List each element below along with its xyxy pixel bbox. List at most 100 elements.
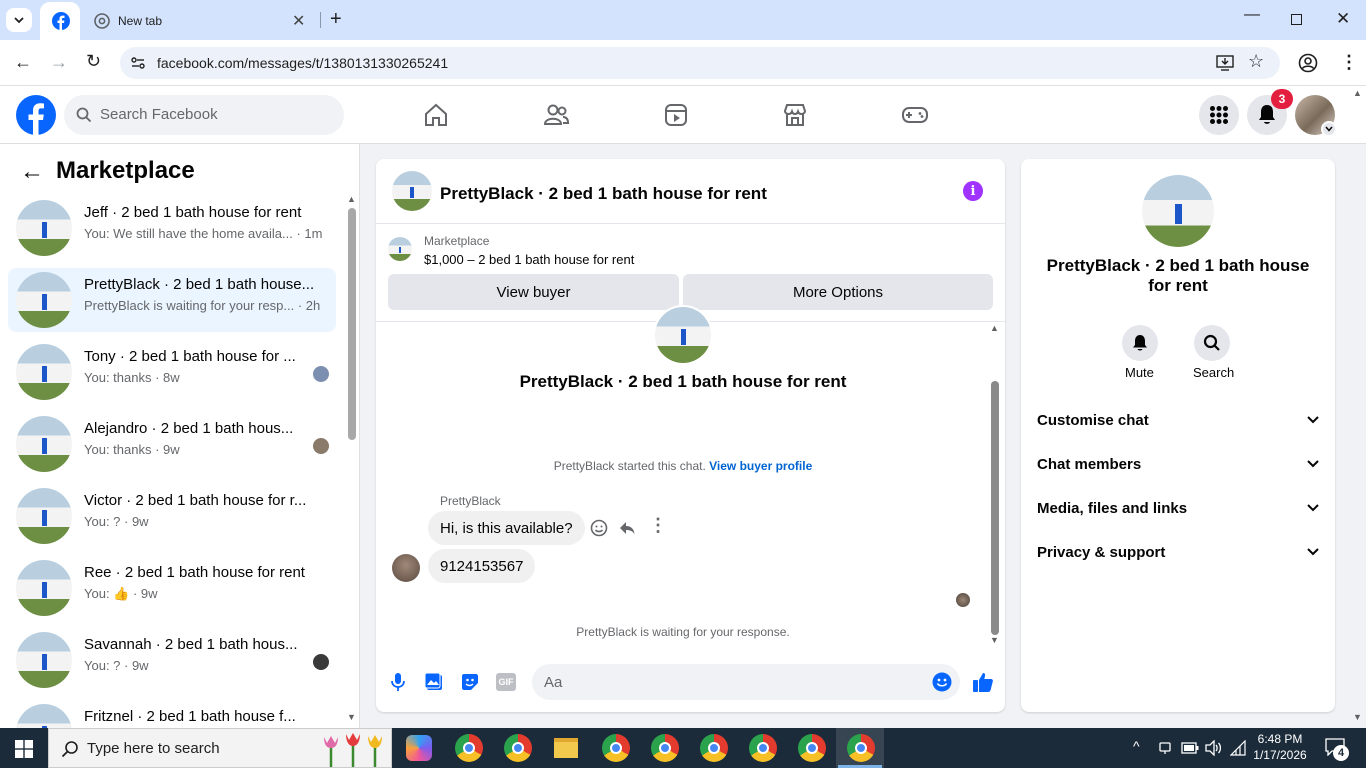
chrome-profile-taskbar-icon[interactable] [798, 734, 826, 762]
microphone-icon[interactable] [390, 672, 406, 692]
scroll-up-icon[interactable]: ▲ [990, 323, 999, 333]
message-input[interactable]: Aa [532, 664, 960, 700]
nav-home[interactable] [420, 100, 452, 130]
more-options-button[interactable]: More Options [683, 274, 993, 310]
sticker-icon[interactable] [460, 672, 480, 692]
meet-now-icon[interactable] [1157, 740, 1173, 756]
wifi-icon[interactable] [1230, 740, 1246, 756]
chat-panel: PrettyBlack · 2 bed 1 bath house for ren… [376, 159, 1005, 712]
volume-icon[interactable] [1205, 740, 1223, 756]
install-app-icon[interactable] [1216, 55, 1234, 71]
back-arrow-icon[interactable]: ← [20, 158, 44, 186]
tab-new-tab[interactable]: New tab ✕ [84, 6, 320, 36]
marketplace-icon [783, 104, 807, 126]
nav-marketplace[interactable] [779, 100, 811, 130]
nav-gaming[interactable] [899, 100, 931, 130]
mute-button[interactable] [1122, 325, 1158, 361]
emoji-icon[interactable] [932, 672, 952, 692]
search-in-chat-button[interactable] [1194, 325, 1230, 361]
conversation-item[interactable]: Victor · 2 bed 1 bath house for r... You… [8, 484, 336, 548]
bookmark-star-icon[interactable]: ☆ [1248, 51, 1264, 72]
battery-icon[interactable] [1181, 742, 1199, 754]
view-buyer-button[interactable]: View buyer [388, 274, 679, 310]
chrome-profile-taskbar-icon[interactable] [651, 734, 679, 762]
photo-icon[interactable] [424, 672, 444, 692]
profile-icon[interactable] [1298, 53, 1318, 73]
clock[interactable]: 6:48 PM 1/17/2026 [1250, 731, 1310, 763]
react-emoji-icon[interactable] [590, 519, 608, 537]
reload-icon[interactable]: ↻ [86, 51, 101, 72]
facebook-search-input[interactable]: Search Facebook [64, 95, 344, 135]
reply-icon[interactable] [618, 519, 636, 537]
close-window-icon[interactable]: ✕ [1336, 9, 1350, 29]
chrome-profile-taskbar-icon[interactable] [602, 734, 630, 762]
conversation-title: Alejandro · 2 bed 1 bath hous... [84, 420, 294, 437]
minimize-icon[interactable]: — [1244, 6, 1260, 24]
copilot-icon[interactable] [406, 735, 432, 761]
listing-thumbnail [16, 632, 72, 688]
back-icon[interactable]: ← [14, 52, 32, 73]
privacy-support-row[interactable]: Privacy & support [1037, 530, 1319, 574]
gif-icon[interactable]: GIF [496, 673, 516, 691]
message-bubble[interactable]: 9124153567 [428, 549, 536, 583]
scroll-down-icon[interactable]: ▼ [990, 635, 999, 645]
page-scroll-up-icon[interactable]: ▲ [1353, 88, 1362, 98]
customise-chat-row[interactable]: Customise chat [1037, 398, 1319, 442]
listing-price[interactable]: $1,000 – 2 bed 1 bath house for rent [424, 252, 634, 267]
media-files-links-row[interactable]: Media, files and links [1037, 486, 1319, 530]
listing-thumbnail [16, 488, 72, 544]
chat-list-scrollbar[interactable] [348, 208, 356, 440]
facebook-logo-icon[interactable] [16, 95, 56, 135]
more-actions-icon[interactable]: ⋮ [649, 515, 667, 536]
address-bar[interactable]: facebook.com/messages/t/1380131330265241… [120, 47, 1280, 79]
conversation-item[interactable]: Fritznel · 2 bed 1 bath house f... [8, 700, 336, 728]
sender-avatar[interactable] [392, 554, 420, 582]
show-hidden-icons-icon[interactable]: ^ [1133, 738, 1140, 754]
tab-search-button[interactable] [6, 8, 32, 32]
search-icon [61, 741, 78, 758]
scroll-up-icon[interactable]: ▲ [347, 194, 356, 204]
chevron-down-icon [1307, 548, 1319, 556]
conversation-item[interactable]: Ree · 2 bed 1 bath house for rent You: 👍… [8, 556, 336, 620]
conversation-item[interactable]: Savannah · 2 bed 1 bath hous... You: ? ·… [8, 628, 336, 692]
file-explorer-icon[interactable] [554, 738, 578, 758]
site-info-icon[interactable] [130, 55, 146, 71]
menu-button[interactable] [1199, 95, 1239, 135]
conversation-title: Savannah · 2 bed 1 bath hous... [84, 636, 298, 653]
chrome-taskbar-icon[interactable] [455, 734, 483, 762]
restore-icon[interactable] [1291, 14, 1302, 25]
chat-members-row[interactable]: Chat members [1037, 442, 1319, 486]
conversation-title: Victor · 2 bed 1 bath house for r... [84, 492, 307, 509]
info-icon[interactable]: i [963, 181, 983, 201]
listing-thumbnail [16, 704, 72, 728]
message-bubble[interactable]: Hi, is this available? [428, 511, 585, 545]
conversation-preview: PrettyBlack is waiting for your resp... … [84, 298, 321, 313]
notification-count-badge: 4 [1333, 745, 1349, 761]
tab-facebook[interactable] [40, 2, 80, 40]
chrome-profile-taskbar-icon[interactable] [700, 734, 728, 762]
messages-scrollbar[interactable] [991, 381, 999, 635]
chrome-profile-taskbar-icon[interactable] [749, 734, 777, 762]
nav-video[interactable] [660, 100, 692, 130]
taskbar-search-box[interactable]: Type here to search [48, 728, 392, 768]
conversation-item[interactable]: Tony · 2 bed 1 bath house for ... You: t… [8, 340, 336, 404]
forward-icon[interactable]: → [50, 52, 68, 73]
conversation-item-selected[interactable]: PrettyBlack · 2 bed 1 bath house... Pret… [8, 268, 336, 332]
new-tab-plus-icon[interactable]: + [330, 8, 342, 31]
conversation-item[interactable]: Alejandro · 2 bed 1 bath hous... You: th… [8, 412, 336, 476]
nav-friends[interactable] [540, 100, 572, 130]
page-scroll-down-icon[interactable]: ▼ [1353, 712, 1362, 722]
windows-start-icon[interactable] [15, 740, 33, 758]
chat-header-title[interactable]: PrettyBlack · 2 bed 1 bath house for ren… [440, 184, 767, 204]
chrome-menu-icon[interactable]: ⋮ [1340, 52, 1358, 73]
chrome-profile-taskbar-icon[interactable] [847, 734, 875, 762]
close-tab-icon[interactable]: ✕ [292, 11, 305, 31]
account-menu-button[interactable] [1321, 121, 1337, 137]
chat-header-thumbnail[interactable] [392, 171, 432, 211]
like-thumbs-up-icon[interactable] [972, 671, 994, 693]
conversation-item[interactable]: Jeff · 2 bed 1 bath house for rent You: … [8, 196, 336, 260]
view-buyer-profile-link[interactable]: View buyer profile [709, 459, 812, 473]
conversation-title: Tony · 2 bed 1 bath house for ... [84, 348, 296, 365]
scroll-down-icon[interactable]: ▼ [347, 712, 356, 722]
chrome-profile-taskbar-icon[interactable] [504, 734, 532, 762]
